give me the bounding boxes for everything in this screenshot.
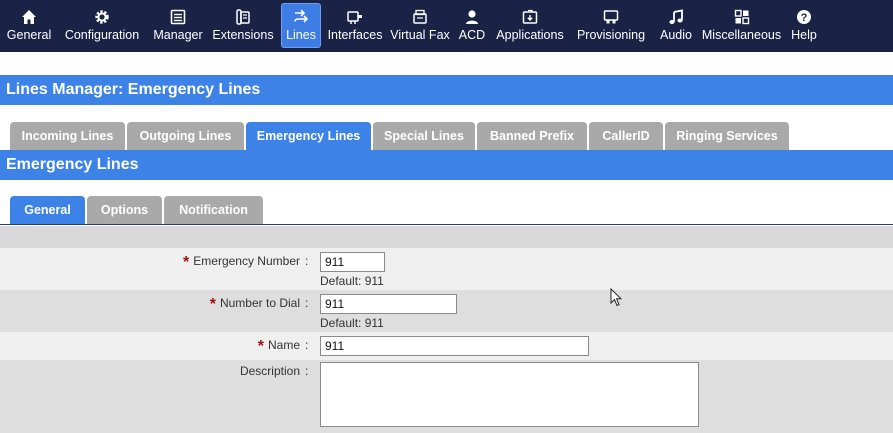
required-marker: * [183,254,190,271]
nav-applications[interactable]: Applications [491,0,569,52]
nav-label: Audio [660,28,692,42]
home-icon [20,8,38,26]
music-note-icon [667,8,685,26]
tab-special-lines[interactable]: Special Lines [373,122,475,150]
tab-outgoing-lines[interactable]: Outgoing Lines [127,122,244,150]
phone-icon [234,8,252,26]
nav-help[interactable]: ? Help [784,0,824,52]
nav-label: Manager [153,28,203,42]
tab-ringing-services[interactable]: Ringing Services [665,122,789,150]
description-label: Description [239,364,300,378]
nav-configuration[interactable]: Configuration [55,0,149,52]
tab-general[interactable]: General [10,196,85,224]
tab-callerid[interactable]: CallerID [589,122,663,150]
mouse-cursor-icon [610,288,622,307]
help-icon: ? [795,8,813,26]
nav-label: Help [791,28,817,42]
applications-icon [521,8,539,26]
tab-incoming-lines[interactable]: Incoming Lines [10,122,125,150]
nav-interfaces[interactable]: Interfaces [323,0,387,52]
nav-label: Lines [286,28,316,42]
page-title: Lines Manager: Emergency Lines [0,75,893,105]
gear-icon [93,8,111,26]
nav-label: Virtual Fax [390,28,450,42]
separator: : [305,338,309,352]
manager-icon [169,8,187,26]
nav-lines[interactable]: Lines [281,3,321,48]
nav-label: Miscellaneous [701,28,782,42]
nav-acd[interactable]: ACD [453,0,491,52]
description-textarea[interactable] [320,362,699,427]
description-row: Description : [0,360,893,433]
agent-icon [463,8,481,26]
nav-manager[interactable]: Manager [149,0,207,52]
emergency-number-label: * Emergency Number [183,254,300,272]
nav-extensions[interactable]: Extensions [207,0,279,52]
nav-virtual-fax[interactable]: Virtual Fax [387,0,453,52]
separator: : [305,364,309,378]
emergency-number-row: *Emergency Number : Default: 911 [0,248,893,290]
label-text: Name [267,338,300,352]
nav-miscellaneous[interactable]: Miscellaneous [699,0,784,52]
nav-label: General [6,28,52,42]
label-text: Emergency Number [193,254,300,268]
nav-label: Configuration [64,28,140,42]
provisioning-icon [602,8,620,26]
nav-audio[interactable]: Audio [653,0,699,52]
tab-notification[interactable]: Notification [164,196,263,224]
number-to-dial-default: Default: 911 [320,316,384,330]
emergency-number-input[interactable] [320,252,385,272]
fax-icon [411,8,429,26]
nav-label: Provisioning [576,28,646,42]
number-to-dial-input[interactable] [320,294,457,314]
tab-banned-prefix[interactable]: Banned Prefix [477,122,587,150]
nav-label: Interfaces [327,28,383,42]
top-navigation: General Configuration Manager Extensions… [0,0,893,52]
nav-label: Extensions [212,28,274,42]
interfaces-icon [346,8,364,26]
nav-label: ACD [458,28,486,42]
required-marker: * [257,338,264,355]
label-text: Number to Dial [219,296,300,310]
nav-general[interactable]: General [3,0,55,52]
separator: : [305,254,309,268]
nav-label: Applications [496,28,564,42]
number-to-dial-label: * Number to Dial [210,296,300,314]
nav-provisioning[interactable]: Provisioning [569,0,653,52]
number-to-dial-row: *Number to Dial : Default: 911 [0,290,893,332]
lines-icon [292,8,310,26]
svg-text:?: ? [801,12,808,24]
required-marker: * [209,296,216,313]
tab-emergency-lines[interactable]: Emergency Lines [246,122,371,150]
form-header-strip [0,226,893,248]
grid-icon [733,8,751,26]
name-input[interactable] [320,336,589,356]
name-label: * Name [258,338,300,356]
emergency-number-default: Default: 911 [320,274,384,288]
name-row: * Name : [0,332,893,360]
separator: : [305,296,309,310]
line-tabs: Incoming Lines Outgoing Lines Emergency … [0,121,893,150]
section-title: Emergency Lines [0,150,893,180]
sub-tabs: General Options Notification [0,195,893,225]
tab-options[interactable]: Options [87,196,162,224]
